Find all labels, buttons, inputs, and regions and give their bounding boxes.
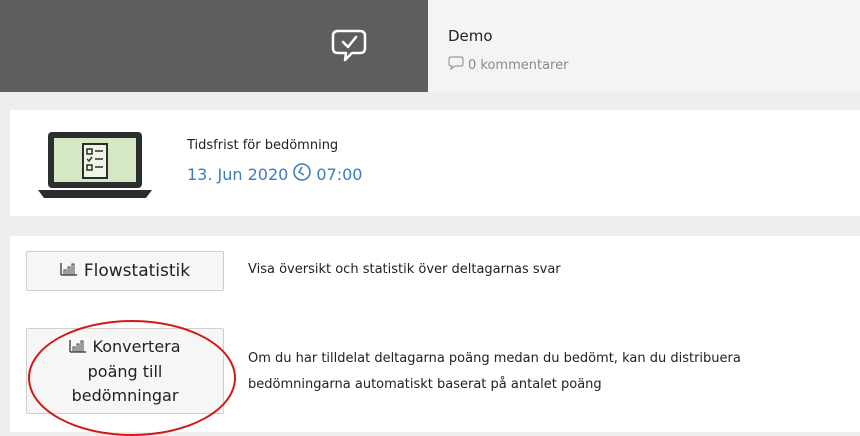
laptop-checklist-icon <box>36 128 154 204</box>
convert-description: Om du har tilldelat deltagarna poäng med… <box>248 351 741 392</box>
comments-link[interactable]: 0 kommentarer <box>448 56 568 74</box>
flowstatistik-label: Flowstatistik <box>83 261 191 281</box>
deadline-label: Tidsfrist för bedömning <box>187 138 339 153</box>
convert-points-button[interactable]: Konvertera poäng till bedömningar <box>26 328 224 414</box>
convert-button-label: Konvertera poäng till bedömningar <box>27 335 223 408</box>
chat-check-icon <box>330 27 368 67</box>
speech-bubble-icon <box>448 56 464 74</box>
flowstatistik-button[interactable]: Flowstatistik <box>26 251 224 291</box>
convert-label-line3: bedömningar <box>71 385 179 405</box>
bar-chart-icon <box>60 261 78 281</box>
convert-label-line1: Konvertera <box>92 337 181 356</box>
deadline-date: 13. Jun 2020 <box>187 164 289 184</box>
comments-count: 0 kommentarer <box>468 57 569 73</box>
convert-label-line2: poäng till <box>87 361 163 381</box>
deadline-panel: Tidsfrist för bedömning 13. Jun 2020 07:… <box>10 110 860 216</box>
header-dark-panel <box>0 0 428 92</box>
page-title: Demo <box>448 27 493 45</box>
deadline-time: 07:00 <box>316 164 363 184</box>
flowstatistik-description: Visa översikt och statistik över deltaga… <box>248 262 561 277</box>
actions-panel: Flowstatistik Visa översikt och statisti… <box>10 236 860 432</box>
bar-chart-icon <box>69 336 87 360</box>
deadline-datetime: 13. Jun 2020 07:00 <box>187 162 362 186</box>
clock-icon <box>292 162 312 186</box>
header-info: Demo 0 kommentarer <box>428 0 860 92</box>
